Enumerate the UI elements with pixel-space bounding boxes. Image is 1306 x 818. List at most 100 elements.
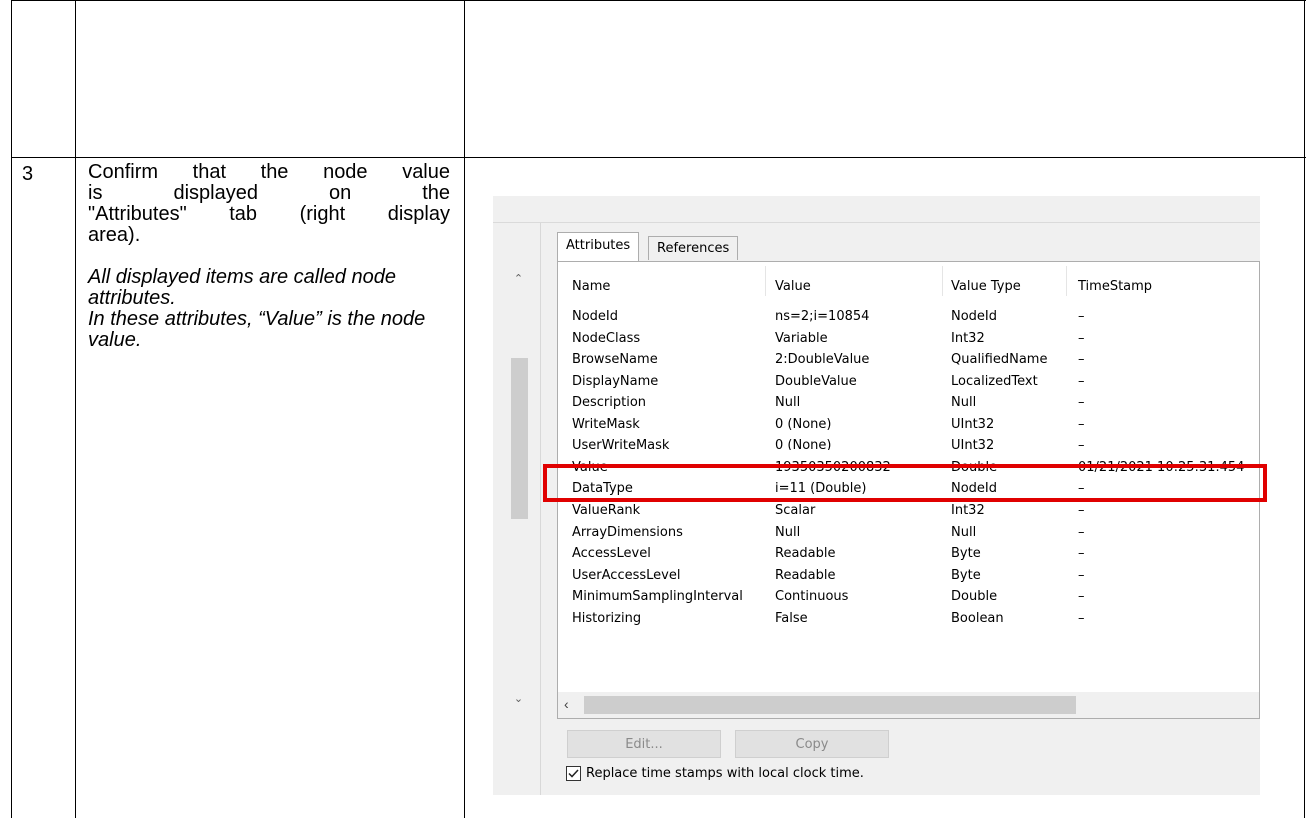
table-row[interactable]: ValueRank Scalar Int32 – [558, 501, 1259, 523]
value-row-highlight [543, 464, 1267, 502]
column-divider [1066, 266, 1067, 296]
table-row[interactable]: ArrayDimensions Null Null – [558, 523, 1259, 545]
table-row[interactable]: WriteMask 0 (None) UInt32 – [558, 415, 1259, 437]
cell-timestamp: – [1078, 416, 1085, 432]
table-row[interactable]: AccessLevel Readable Byte – [558, 544, 1259, 566]
cell-timestamp: – [1078, 352, 1085, 368]
cell-value: Variable [775, 330, 828, 346]
column-header-value-type[interactable]: Value Type [951, 279, 1021, 295]
cell-value-type: UInt32 [951, 438, 995, 451]
cell-value: Scalar [775, 502, 816, 518]
table-row[interactable]: DisplayName DoubleValue LocalizedText – [558, 372, 1259, 394]
chevron-down-icon[interactable]: ⌄ [507, 692, 530, 708]
cell-timestamp: – [1078, 610, 1085, 626]
table-row[interactable]: NodeClass Variable Int32 – [558, 329, 1259, 351]
step-number: 3 [22, 163, 34, 185]
instruction-line-2: is displayed on the [88, 182, 450, 204]
cell-name: UserAccessLevel [572, 567, 681, 583]
cell-value: Continuous [775, 589, 849, 605]
cell-value-type: NodeId [951, 309, 998, 324]
chevron-left-icon[interactable]: ‹ [564, 696, 569, 712]
cell-value-type: Null [951, 395, 977, 411]
replace-timestamps-label[interactable]: Replace time stamps with local clock tim… [586, 766, 864, 782]
table-line-row-separator [11, 157, 1306, 158]
table-line-top [11, 0, 1306, 1]
cell-name: WriteMask [572, 416, 640, 432]
tree-scrollbar[interactable]: ⌃ ⌄ [507, 266, 530, 721]
cell-value-type: Int32 [951, 502, 985, 518]
cell-value: DoubleValue [775, 373, 857, 389]
tree-scroll-thumb[interactable] [511, 358, 528, 519]
cell-value: 0 (None) [775, 416, 832, 432]
cell-timestamp: – [1078, 373, 1085, 389]
cell-name: BrowseName [572, 352, 658, 368]
edit-button[interactable]: Edit... [567, 730, 721, 758]
cell-name: NodeId [572, 309, 619, 324]
table-row[interactable]: UserAccessLevel Readable Byte – [558, 566, 1259, 588]
cell-value-type: QualifiedName [951, 352, 1048, 368]
column-header-name[interactable]: Name [572, 279, 610, 295]
table-row[interactable]: UserWriteMask 0 (None) UInt32 – [558, 436, 1259, 450]
column-header-timestamp[interactable]: TimeStamp [1078, 279, 1152, 295]
cell-value: Readable [775, 546, 836, 562]
cell-timestamp: – [1078, 330, 1085, 346]
tab-references-label: References [657, 241, 730, 256]
window-header-strip [493, 196, 1260, 223]
cell-value: Readable [775, 567, 836, 583]
cell-name: ArrayDimensions [572, 524, 683, 540]
cell-timestamp: – [1078, 524, 1085, 540]
list-hscroll-thumb[interactable] [584, 696, 1076, 714]
cell-value-type: Null [951, 524, 977, 540]
list-hscrollbar[interactable]: ‹ [558, 692, 1259, 718]
table-row[interactable]: Description Null Null – [558, 393, 1259, 415]
instruction-note-2: In these attributes, “Value” is the node… [88, 308, 426, 351]
column-header-value[interactable]: Value [775, 279, 811, 295]
table-line-right [1304, 0, 1305, 818]
cell-name: MinimumSamplingInterval [572, 589, 743, 605]
tab-attributes[interactable]: Attributes [557, 232, 640, 262]
table-line-col2 [464, 0, 465, 818]
cell-value: Null [775, 524, 801, 540]
list-header: Name Value Value Type TimeStamp [558, 262, 1261, 302]
cell-name: DisplayName [572, 373, 659, 389]
cell-value-type: Byte [951, 567, 981, 583]
cell-timestamp: – [1078, 438, 1085, 451]
table-row[interactable]: MinimumSamplingInterval Continuous Double – [558, 587, 1259, 609]
copy-button[interactable]: Copy [735, 730, 889, 758]
table-row[interactable]: BrowseName 2:DoubleValue QualifiedName – [558, 350, 1259, 372]
cell-timestamp: – [1078, 309, 1085, 324]
chevron-up-icon[interactable]: ⌃ [507, 272, 530, 288]
cell-name: UserWriteMask [572, 438, 670, 451]
column-divider [765, 266, 766, 296]
table-row[interactable]: Historizing False Boolean – [558, 609, 1259, 631]
table-row[interactable]: NodeId ns=2;i=10854 NodeId – [558, 307, 1259, 329]
table-line-left [11, 0, 12, 818]
column-divider [942, 266, 943, 296]
tab-attributes-label: Attributes [566, 238, 631, 253]
replace-timestamps-checkbox[interactable] [566, 766, 581, 781]
cell-timestamp: – [1078, 546, 1085, 562]
cell-name: NodeClass [572, 330, 641, 346]
cell-name: ValueRank [572, 502, 641, 518]
cell-value-type: Byte [951, 546, 981, 562]
tree-divider [540, 223, 541, 795]
table-line-col1 [75, 0, 76, 818]
cell-name: Description [572, 395, 647, 411]
cell-timestamp: – [1078, 502, 1085, 518]
instruction-line-4: area). [88, 224, 141, 246]
tab-references[interactable]: References [648, 236, 739, 260]
cell-value: Null [775, 395, 801, 411]
checkmark-icon [568, 769, 579, 778]
cell-timestamp: – [1078, 395, 1085, 411]
cell-timestamp: – [1078, 589, 1085, 605]
cell-value-type: Double [951, 589, 998, 605]
cell-name: AccessLevel [572, 546, 651, 562]
cell-value: ns=2;i=10854 [775, 309, 870, 324]
cell-value: False [775, 610, 808, 626]
cell-timestamp: – [1078, 567, 1085, 583]
cell-value: 0 (None) [775, 438, 832, 451]
instruction-note-1: All displayed items are called node attr… [88, 266, 396, 309]
instruction-block: Confirm that the node value is displayed… [88, 162, 450, 351]
cell-value-type: LocalizedText [951, 373, 1038, 389]
cell-value: 2:DoubleValue [775, 352, 870, 368]
